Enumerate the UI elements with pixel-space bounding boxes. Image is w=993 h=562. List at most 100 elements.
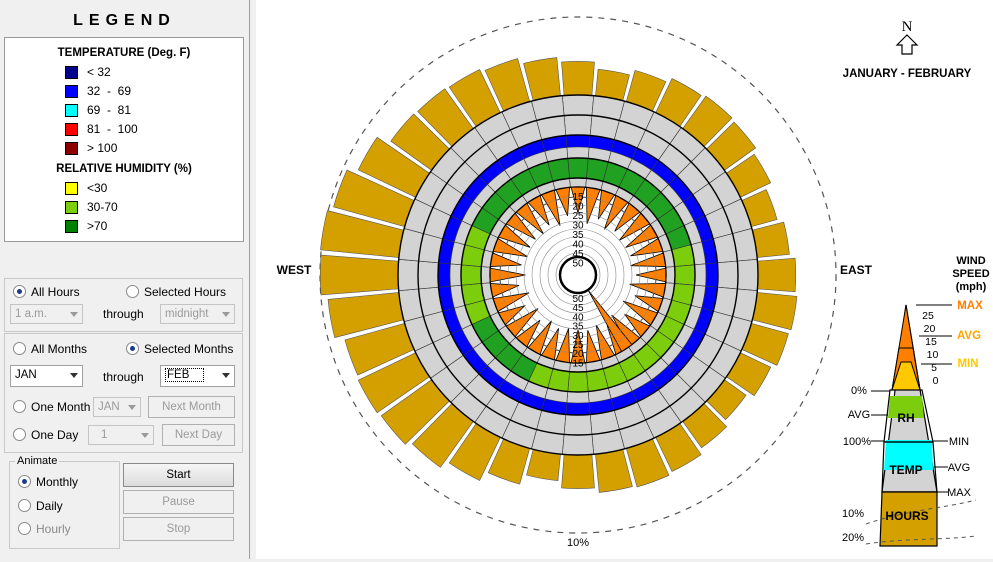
ring-segment [665,266,676,284]
legend-label: > 100 [87,141,118,155]
legend-label: 69 - 81 [87,103,132,117]
ring-segment [561,434,595,456]
one-month-select[interactable]: JAN [93,397,141,417]
start-button[interactable]: Start [123,463,234,487]
months-through-label: through [103,370,144,384]
key-temp-label: TEMP [889,463,922,477]
ring-segment [397,258,419,292]
hours-bar [561,454,595,489]
pause-button[interactable]: Pause [123,490,234,514]
all-hours-label: All Hours [31,285,80,299]
selected-hours-radio[interactable]: Selected Hours [126,285,226,299]
temperature-heading: TEMPERATURE (Deg. F) [57,47,191,59]
key-speed-tick: 0 [933,375,939,387]
one-month-label: One Month [31,400,91,414]
north-arrow-icon: N [895,19,919,55]
humidity-heading: RELATIVE HUMIDITY (%) [56,163,192,175]
key-min-label: MIN [957,358,978,370]
key-temp-max-label: MAX [947,487,972,499]
next-month-button[interactable]: Next Month [148,396,235,418]
one-day-value: 1 [101,429,108,441]
hours-through-label: through [103,307,144,321]
ring-segment [563,414,593,436]
animate-group-label: Animate [15,455,60,467]
ring-segment [565,134,591,148]
key-max-label: MAX [957,300,983,312]
chevron-down-icon [128,405,136,410]
hours-bar [523,57,561,102]
wind-wheel-canvas: 15 20 25 30 35 40 45 50 50 45 40 35 30 25 20 15 10% WES… [256,0,993,559]
ring-segment [567,157,589,179]
ring-segment [566,146,590,159]
west-label: WEST [277,263,312,277]
wind-scale-label: 50 [572,259,584,270]
ring-segment [717,260,739,290]
months-from-value: JAN [15,369,37,381]
chevron-down-icon [222,312,230,317]
key-speed-tick: 20 [924,323,936,335]
legend-swatch [65,201,78,214]
radio-unchecked-icon [126,285,139,298]
legend-swatch [65,123,78,136]
one-day-radio[interactable]: One Day [13,428,78,442]
legend-swatch [65,104,78,117]
ring-segment [737,258,759,292]
monthly-radio[interactable]: Monthly [18,475,78,489]
ring-segment [561,94,595,116]
hours-bar [757,257,797,293]
legend-label: <30 [87,181,108,195]
legend-swatch [65,85,78,98]
ring-segment [674,264,696,286]
key-hours-twenty-label: 20% [842,532,864,544]
north-arrow-shape [895,34,919,55]
chevron-down-icon [222,373,230,378]
hourly-radio[interactable]: Hourly [18,522,71,536]
one-month-radio[interactable]: One Month [13,400,90,414]
months-from-select[interactable]: JAN [10,365,83,387]
stop-button[interactable]: Stop [123,517,234,541]
next-day-button[interactable]: Next Day [162,424,235,446]
chevron-down-icon [70,373,78,378]
legend-title: LEGEND [73,12,176,29]
key-title-2: SPEED [952,268,989,280]
hours-to-select[interactable]: midnight [160,304,235,324]
north-label: N [902,19,913,35]
one-day-select[interactable]: 1 [88,425,154,445]
chevron-down-icon [70,312,78,317]
wind-speed-key: WIND SPEED (mph) MAX AVG MIN 2520151050 … [842,255,990,547]
all-months-radio[interactable]: All Months [13,342,87,356]
legend-swatch [65,66,78,79]
east-label: EAST [840,263,873,277]
legend-label: 30-70 [87,200,118,214]
months-group: All Months Selected Months JAN through F… [4,333,243,453]
legend-label: < 32 [87,65,111,79]
legend-label: >70 [87,219,108,233]
hours-from-select[interactable]: 1 a.m. [10,304,83,324]
hours-bar [751,292,798,331]
legend-swatch [65,182,78,195]
key-hours-label: HOURS [885,509,928,523]
period-label: JANUARY - FEBRUARY [843,68,972,80]
key-rh-avg-label: AVG [848,409,870,421]
key-rh-zero-label: 0% [851,385,867,397]
legend-swatch [65,220,78,233]
key-speed-tick: 25 [922,310,934,322]
ring-segment [417,260,439,290]
radio-checked-icon [126,342,139,355]
daily-radio[interactable]: Daily [18,499,63,513]
key-rh-hundred-label: 100% [843,436,871,448]
chevron-down-icon [141,433,149,438]
legend-label: 81 - 100 [87,122,138,136]
months-to-select[interactable]: FEB [160,365,235,387]
ring-segment [563,114,593,136]
ring-segment [569,177,587,188]
all-hours-radio[interactable]: All Hours [13,285,80,299]
key-title-1: WIND [956,255,985,267]
legend-label: 32 - 69 [87,84,132,98]
hours-to-value: midnight [165,308,209,320]
ring-segment [437,262,451,288]
hours-bar [751,221,790,258]
key-avg-label: AVG [957,330,981,342]
animate-group: Animate Monthly Daily Hourly Start Pause… [4,453,241,551]
selected-months-radio[interactable]: Selected Months [126,342,233,356]
